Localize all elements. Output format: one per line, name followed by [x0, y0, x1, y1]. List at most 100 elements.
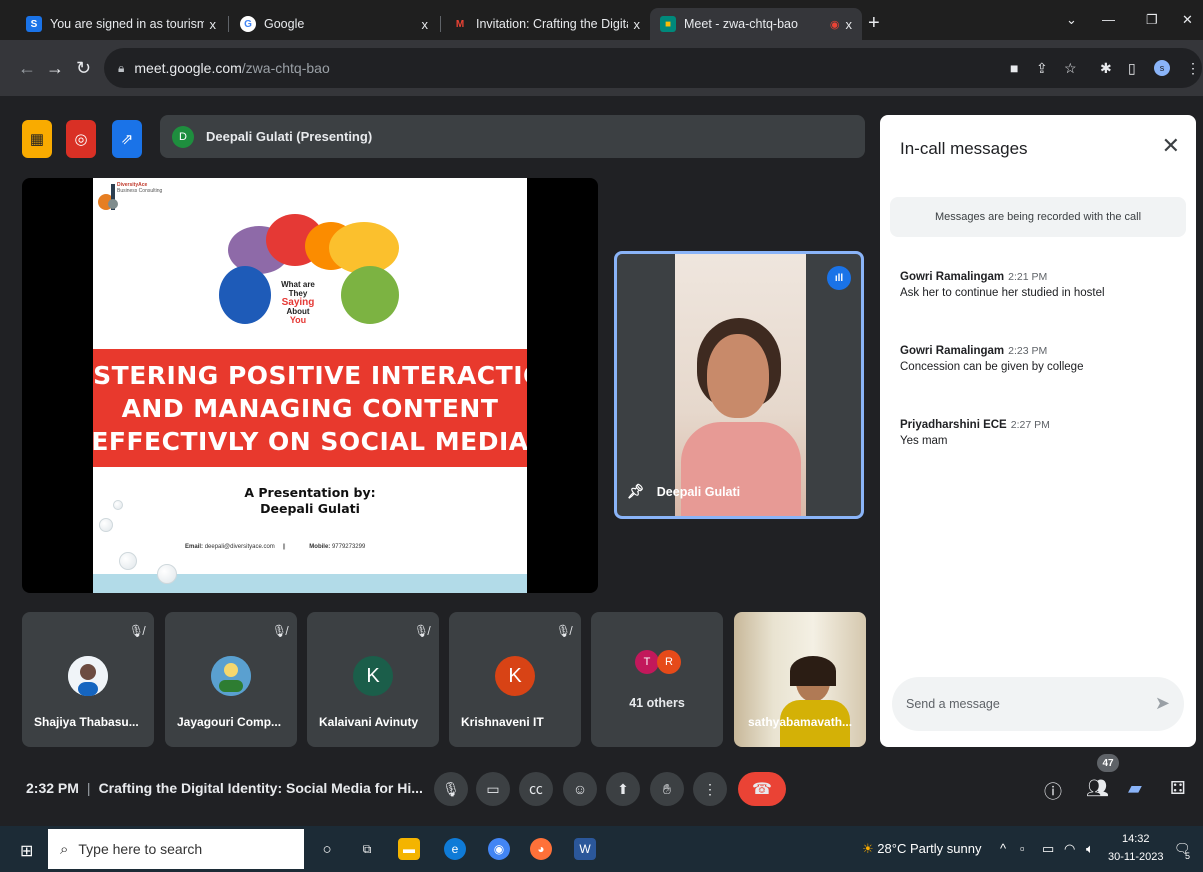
close-tab-icon[interactable]: x	[634, 17, 641, 32]
byline-line-2: Deepali Gulati	[260, 501, 360, 516]
side-panel-icon[interactable]: ▯	[1128, 60, 1136, 77]
s-favicon-icon: S	[26, 16, 42, 32]
drop-decoration	[113, 500, 123, 510]
minimize-icon[interactable]: —	[1102, 12, 1115, 27]
camera-in-use-icon[interactable]: ■	[1010, 60, 1018, 76]
participant-name: Krishnaveni IT	[461, 715, 544, 729]
tab-label: Invitation: Crafting the Digital Id	[476, 17, 628, 31]
message-text: Ask her to continue her studied in hoste…	[900, 287, 1105, 299]
close-chat-icon[interactable]: ✕	[1162, 135, 1180, 157]
message-text: Concession can be given by college	[900, 361, 1084, 373]
mic-off-icon: 🎙︎̸	[128, 624, 144, 638]
participant-tile[interactable]: 🎙︎̸ Jayagouri Comp...	[165, 612, 297, 747]
send-icon[interactable]: ➤	[1155, 693, 1170, 714]
others-tile[interactable]: T R 41 others	[591, 612, 723, 747]
profile-avatar[interactable]: s	[1154, 60, 1170, 76]
chat-input[interactable]: Send a message ➤	[892, 677, 1184, 731]
slide-title-line-3: EFFECTIVLY ON SOCIAL MEDIA	[93, 426, 527, 456]
speaker-tile[interactable]: ıll 📌︎ Deepali Gulati	[614, 251, 864, 519]
search-placeholder: Type here to search	[78, 841, 203, 857]
reload-icon[interactable]: ↻	[76, 58, 91, 78]
forward-icon[interactable]: →	[46, 58, 64, 78]
restore-icon[interactable]: ❐	[1146, 12, 1158, 28]
tab-invitation[interactable]: M Invitation: Crafting the Digital Id x	[442, 8, 650, 40]
microphone-icon[interactable]: 🎙︎	[434, 772, 468, 806]
present-stop-icon[interactable]: ▦	[22, 120, 52, 158]
tab-meet[interactable]: ■ Meet - zwa-chtq-bao ◉ x	[650, 8, 862, 40]
meet-tray-icon[interactable]: ▫	[1020, 841, 1025, 856]
leave-call-button[interactable]: ☎	[738, 772, 786, 806]
close-window-icon[interactable]: ✕	[1182, 12, 1193, 28]
others-avatar: R	[657, 650, 681, 674]
share-icon[interactable]: ⇪	[1036, 60, 1048, 77]
close-tab-icon[interactable]: x	[422, 17, 429, 32]
tagline-line: What are	[281, 280, 315, 289]
firefox-icon[interactable]: ◕	[530, 838, 552, 860]
emoji-reaction-icon[interactable]: ☺	[563, 772, 597, 806]
menu-kebab-icon[interactable]: ⋮	[1186, 60, 1200, 77]
extensions-icon[interactable]: ✱	[1100, 60, 1112, 77]
participant-name: sathyabamavath...	[748, 715, 853, 729]
message-time: 2:21 PM	[1008, 271, 1048, 283]
edge-icon[interactable]: e	[444, 838, 466, 860]
message-sender: Gowri Ramalingam	[900, 345, 1005, 357]
back-icon[interactable]: ←	[18, 58, 36, 78]
slide-title-banner: FOSTERING POSITIVE INTERACTION AND MANAG…	[93, 349, 527, 467]
meeting-info: 2:32 PM | Crafting the Digital Identity: S…	[26, 780, 423, 796]
windows-start-icon[interactable]: ⊞	[20, 841, 33, 861]
participant-tile[interactable]: 🎙︎̸ Shajiya Thabasu...	[22, 612, 154, 747]
search-icon: ⌕	[60, 840, 69, 858]
new-tab-button[interactable]: +	[868, 13, 880, 33]
captions-icon[interactable]: ㏄	[519, 772, 553, 806]
tray-overflow-icon[interactable]: ^	[1000, 841, 1006, 856]
participant-avatar	[211, 656, 251, 696]
participant-video-tile[interactable]: sathyabamavath...	[734, 612, 866, 747]
bookmark-star-icon[interactable]: ☆	[1064, 60, 1077, 77]
close-tab-icon[interactable]: x	[846, 17, 853, 32]
tab-signed-in[interactable]: S You are signed in as tourism5 x	[16, 8, 226, 40]
participant-avatar	[68, 656, 108, 696]
raise-hand-icon[interactable]: ✋︎	[650, 772, 684, 806]
chrome-icon[interactable]: ◉	[488, 838, 510, 860]
taskbar-search[interactable]: ⌕ Type here to search	[48, 829, 304, 869]
camera-icon[interactable]: ▭	[476, 772, 510, 806]
meeting-title: Crafting the Digital Identity: Social Me…	[98, 780, 423, 796]
cortana-icon[interactable]: ○	[316, 838, 338, 860]
pin-icon[interactable]: 📌︎	[627, 483, 645, 500]
tab-google[interactable]: G Google x	[230, 8, 438, 40]
people-icon[interactable]: 👥︎	[1086, 778, 1109, 799]
tab-label: Meet - zwa-chtq-bao	[684, 17, 798, 31]
participant-tile[interactable]: 🎙︎̸ K Kalaivani Avinuty	[307, 612, 439, 747]
wifi-icon[interactable]: ◠	[1064, 841, 1075, 857]
tab-search-icon[interactable]: ⌄	[1066, 12, 1077, 28]
message-time: 2:23 PM	[1008, 345, 1048, 357]
meet-stage: ▦ ◎ ⇗ D Deepali Gulati (Presenting) Dive…	[0, 96, 1203, 826]
close-tab-icon[interactable]: x	[210, 17, 217, 32]
activities-icon[interactable]: ⚃	[1170, 778, 1186, 799]
byline-line-1: A Presentation by:	[244, 485, 376, 500]
clock-time: 14:32	[1121, 833, 1150, 845]
volume-icon[interactable]: 🔈︎	[1086, 841, 1094, 857]
word-icon[interactable]: W	[574, 838, 596, 860]
record-icon[interactable]: ◎	[66, 120, 96, 158]
participant-name: Jayagouri Comp...	[177, 715, 282, 729]
file-explorer-icon[interactable]: ▬	[398, 838, 420, 860]
chat-icon[interactable]: ▰	[1128, 778, 1142, 799]
gmail-favicon-icon: M	[455, 18, 465, 30]
speaking-indicator-icon: ıll	[827, 266, 851, 290]
system-clock[interactable]: 14:32 30-11-2023	[1108, 830, 1163, 866]
battery-icon[interactable]: ▭	[1042, 841, 1054, 857]
tab-label: Google	[264, 17, 305, 31]
more-options-icon[interactable]: ⋮	[693, 772, 727, 806]
task-view-icon[interactable]: ⧉	[356, 838, 378, 860]
windows-taskbar: ⊞ ⌕ Type here to search ○ ⧉ ▬ e ◉ ◕ W ☀ …	[0, 826, 1203, 872]
meeting-details-icon[interactable]: ⓘ	[1044, 778, 1062, 804]
weather-widget[interactable]: ☀ 28°C Partly sunny	[862, 841, 981, 857]
chat-panel: In-call messages ✕ Messages are being re…	[880, 115, 1196, 747]
participant-tile[interactable]: 🎙︎̸ K Krishnaveni IT	[449, 612, 581, 747]
present-now-icon[interactable]: ⬆	[606, 772, 640, 806]
tagline-line: You	[289, 315, 307, 325]
message-text: Yes mam	[900, 435, 948, 447]
recording-notice: Messages are being recorded with the cal…	[890, 197, 1186, 237]
present-screen-icon[interactable]: ⇗	[112, 120, 142, 158]
